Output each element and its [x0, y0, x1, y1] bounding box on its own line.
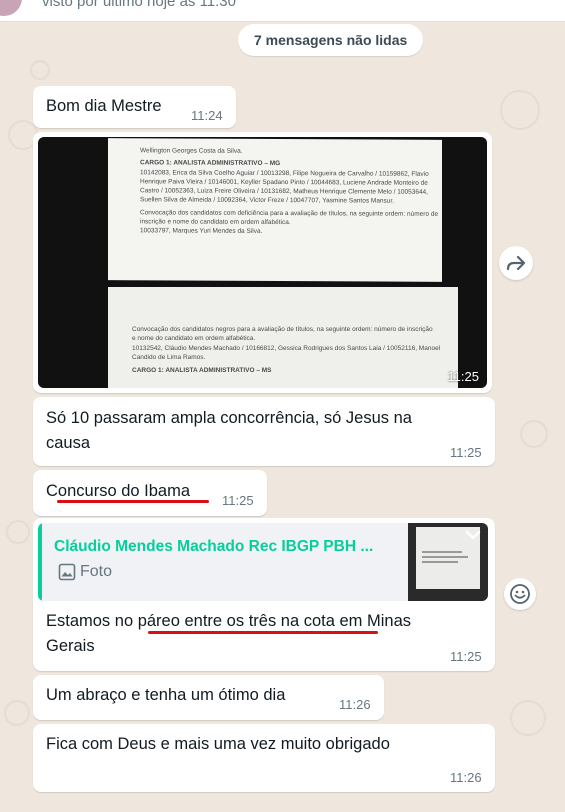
quote-author: Cláudio Mendes Machado Rec IBGP PBH ... [54, 538, 374, 555]
message-time: 11:25 [447, 369, 479, 384]
message-bubble[interactable]: Um abraço e tenha um ótimo dia 11:26 [33, 675, 384, 720]
avatar[interactable] [0, 0, 22, 16]
message-time: 11:25 [450, 445, 482, 460]
red-underline-annotation [148, 631, 378, 634]
photo-icon [58, 563, 76, 581]
last-seen-status: visto por último hoje às 11:30 [42, 0, 236, 10]
doc-line: Wellington Georges Costa da Silva. [140, 147, 243, 155]
message-time: 11:26 [450, 770, 482, 785]
doc-line: 10132542, Cláudio Mendes Machado / 10166… [132, 345, 441, 352]
emoji-reaction-icon [510, 584, 530, 604]
doc-line: 10033797, Marques Yuri Mendes da Silva. [140, 227, 263, 235]
quoted-message[interactable]: Cláudio Mendes Machado Rec IBGP PBH ... … [38, 523, 488, 601]
photo-document-page-top: Wellington Georges Costa da Silva. CARGO… [108, 138, 442, 282]
doc-line: CARGO 1: ANALISTA ADMINISTRATIVO – MS [132, 367, 272, 374]
quote-type-label: Foto [80, 563, 113, 581]
message-time: 11:26 [339, 697, 371, 712]
message-time: 11:25 [222, 493, 254, 508]
doc-line: Suellen Silva de Almeida / 10092364, Vic… [140, 196, 395, 205]
doc-line: e nome do candidato em ordem alfabética. [132, 335, 256, 342]
message-bubble[interactable]: Bom dia Mestre 11:24 [33, 86, 236, 128]
quote-thumbnail [408, 523, 488, 601]
photo-document-page-bottom: Convocação dos candidatos negros para a … [108, 287, 458, 388]
message-bubble[interactable]: Fica com Deus e mais uma vez muito obrig… [33, 724, 495, 792]
forward-button[interactable] [499, 246, 533, 280]
message-bubble[interactable]: Só 10 passaram ampla concorrência, só Je… [33, 397, 495, 466]
forward-icon [506, 255, 526, 271]
doc-line: Convocação dos candidatos negros para a … [132, 326, 433, 333]
quote-media-type: Foto [58, 563, 112, 581]
quote-accent-bar [38, 523, 42, 601]
doc-line: CARGO 1: ANALISTA ADMINISTRATIVO – MG [140, 159, 281, 168]
unread-messages-banner: 7 mensagens não lidas [238, 24, 424, 56]
chat-header[interactable]: visto por último hoje às 11:30 [0, 0, 565, 22]
doc-line: Candido de Lima Ramos. [132, 354, 206, 361]
chevron-down-icon[interactable] [464, 529, 482, 541]
emoji-reaction-button[interactable] [504, 578, 536, 610]
image-message-bubble[interactable]: Wellington Georges Costa da Silva. CARGO… [33, 132, 492, 393]
message-text: Um abraço e tenha um ótimo dia [46, 686, 286, 704]
message-text: causa [46, 434, 91, 452]
red-underline-annotation [57, 500, 209, 503]
reply-message-bubble[interactable]: Cláudio Mendes Machado Rec IBGP PBH ... … [33, 518, 495, 671]
message-text: Só 10 passaram ampla concorrência, só Je… [46, 409, 412, 427]
message-time: 11:25 [450, 649, 482, 664]
message-text: Bom dia Mestre [46, 97, 162, 115]
message-time: 11:24 [191, 108, 223, 123]
message-bubble[interactable]: Concurso do Ibama 11:25 [33, 470, 267, 516]
message-text: Fica com Deus e mais uma vez muito obrig… [46, 735, 390, 753]
message-text: Gerais [46, 637, 95, 655]
document-photo[interactable]: Wellington Georges Costa da Silva. CARGO… [38, 137, 487, 388]
